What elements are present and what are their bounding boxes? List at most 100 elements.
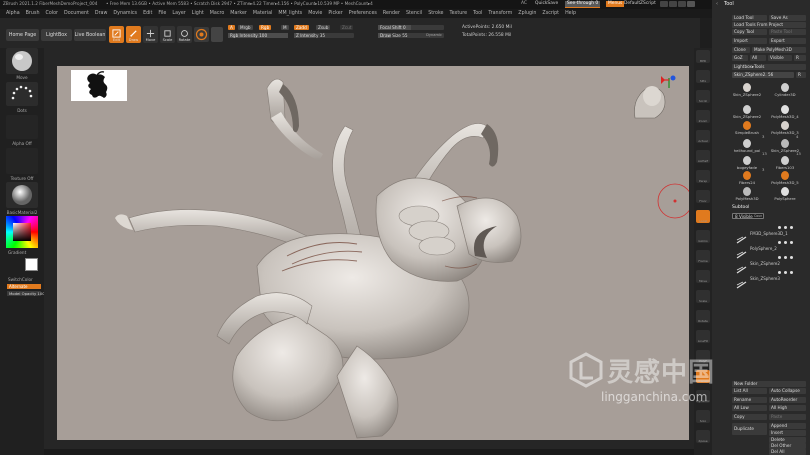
goz-button[interactable]: GoZ bbox=[732, 55, 748, 61]
menu-item[interactable]: Help bbox=[565, 11, 576, 16]
dynamic-toggle[interactable]: Dynamic bbox=[426, 33, 442, 38]
goz-visible-button[interactable]: Visible bbox=[768, 55, 792, 61]
menu-item[interactable]: Transform bbox=[488, 11, 512, 16]
alternate-button[interactable]: Alternate bbox=[7, 284, 41, 289]
load-tool-button[interactable]: Load Tool bbox=[732, 15, 767, 21]
menu-item[interactable]: Render bbox=[383, 11, 400, 16]
tool-thumbnail[interactable]: Fibers24 bbox=[736, 170, 758, 185]
window-button-icon[interactable] bbox=[669, 1, 677, 7]
live-boolean-button[interactable]: Live Boolean bbox=[74, 29, 106, 41]
visibility-eye-icon[interactable] bbox=[778, 271, 781, 274]
shelf-button-persp[interactable]: Persp bbox=[696, 170, 710, 183]
stroke-selector[interactable] bbox=[6, 82, 38, 106]
home-page-button[interactable]: Home Page bbox=[6, 29, 39, 41]
shelf-button-floor[interactable]: Floor bbox=[696, 190, 710, 203]
scale-mode-button[interactable]: Scale bbox=[160, 26, 175, 43]
brush-selector[interactable] bbox=[6, 48, 38, 74]
menu-item[interactable]: Preferences bbox=[349, 11, 377, 16]
duplicate-button[interactable]: Duplicate bbox=[732, 423, 767, 435]
quicksave-button[interactable]: QuickSave bbox=[535, 1, 558, 6]
load-tools-from-project-button[interactable]: Load Tools From Project bbox=[732, 22, 806, 28]
tool-thumbnail[interactable]: PolyMesh3D_4 bbox=[771, 104, 799, 119]
ac-toggle[interactable]: AC bbox=[521, 1, 527, 6]
focal-shift-slider[interactable]: Focal Shift 0 bbox=[378, 25, 444, 30]
material-swatch[interactable] bbox=[211, 27, 223, 42]
autoreorder-button[interactable]: AutoReorder bbox=[769, 397, 806, 403]
visibility-eye-icon[interactable] bbox=[778, 241, 781, 244]
subtool-row[interactable]: Skin_ZSphere2 bbox=[732, 256, 806, 274]
visibility-eye-icon[interactable] bbox=[784, 241, 787, 244]
menu-item[interactable]: Material bbox=[253, 11, 273, 16]
menu-item[interactable]: MM_lights bbox=[278, 11, 302, 16]
rgb-toggle[interactable]: Rgb bbox=[259, 25, 272, 30]
all-high-button[interactable]: All High bbox=[769, 405, 806, 411]
zadd-toggle[interactable]: Zadd bbox=[294, 25, 309, 30]
close-icon[interactable] bbox=[687, 1, 695, 7]
shelf-button-move[interactable]: Move bbox=[696, 270, 710, 283]
menu-item[interactable]: Color bbox=[45, 11, 58, 16]
shelf-button-gizmo[interactable]: Gizmo bbox=[696, 230, 710, 243]
model-opacity-slider[interactable]: Model Opacity 100 bbox=[7, 291, 45, 296]
menu-item[interactable]: Light bbox=[192, 11, 204, 16]
draw-mode-button[interactable]: Draw bbox=[126, 26, 141, 43]
default-zscript[interactable]: DefaultZScript bbox=[624, 1, 656, 6]
menu-item[interactable]: Alpha bbox=[6, 11, 20, 16]
goz-all-button[interactable]: All bbox=[750, 55, 766, 61]
color-square[interactable] bbox=[13, 223, 31, 241]
see-through-slider[interactable]: See-through 0 bbox=[565, 1, 601, 9]
shelf-button-aahalf[interactable]: AAHalf bbox=[696, 150, 710, 163]
visibility-eye-icon[interactable] bbox=[784, 271, 787, 274]
menus-toggle[interactable]: Menus bbox=[606, 1, 625, 8]
copy-tool-button[interactable]: Copy Tool bbox=[732, 29, 767, 35]
shelf-button-zoom[interactable]: Zoom bbox=[696, 110, 710, 123]
menu-item[interactable]: Brush bbox=[26, 11, 40, 16]
window-button-icon[interactable] bbox=[660, 1, 668, 7]
shelf-button-scroll[interactable]: Scroll bbox=[696, 90, 710, 103]
rgb-intensity-slider[interactable]: Rgb Intensity 100 bbox=[228, 33, 288, 38]
save-as-button[interactable]: Save As bbox=[769, 15, 806, 21]
window-button-icon[interactable] bbox=[678, 1, 686, 7]
shelf-button-actual[interactable]: Actual bbox=[696, 130, 710, 143]
del-all-button[interactable]: Del All bbox=[769, 449, 806, 455]
shelf-button-linefill[interactable]: LineFill bbox=[696, 330, 710, 343]
menu-item[interactable]: Stencil bbox=[406, 11, 422, 16]
subtool-row[interactable]: FM3D_Sphere3D_1 bbox=[732, 226, 806, 244]
shelf-button-xpose[interactable]: Xpose bbox=[696, 430, 710, 443]
tool-thumbnail[interactable]: PolyMesh3D bbox=[735, 186, 759, 201]
shelf-button-scale[interactable]: Scale bbox=[696, 290, 710, 303]
menu-item[interactable]: Stroke bbox=[428, 11, 443, 16]
menu-item[interactable]: Movie bbox=[308, 11, 322, 16]
menu-item[interactable]: Texture bbox=[450, 11, 468, 16]
copy-subtool-button[interactable]: Copy bbox=[732, 414, 767, 420]
menu-item[interactable]: Edit bbox=[143, 11, 152, 16]
visibility-eye-icon[interactable] bbox=[784, 226, 787, 229]
lightbox-button[interactable]: LightBox bbox=[41, 29, 72, 41]
collapse-arrow-icon[interactable]: ‹ bbox=[716, 2, 718, 7]
menu-item[interactable]: Zplugin bbox=[518, 11, 536, 16]
universal-gizmo-button[interactable] bbox=[194, 27, 209, 42]
shelf-button-spix[interactable]: SPix bbox=[696, 70, 710, 83]
menu-item[interactable]: Document bbox=[64, 11, 89, 16]
auto-collapse-button[interactable]: Auto Collapse bbox=[769, 388, 806, 394]
clone-button[interactable]: Clone bbox=[732, 47, 750, 53]
a-toggle[interactable]: A bbox=[228, 25, 235, 30]
visibility-eye-icon[interactable] bbox=[790, 241, 793, 244]
subtool-header[interactable]: Subtool bbox=[732, 205, 749, 211]
tool-thumbnail[interactable]: Skin_ZSphere2 bbox=[771, 138, 799, 153]
shelf-button-solo[interactable]: Solo bbox=[696, 410, 710, 423]
orientation-gizmo[interactable] bbox=[625, 74, 681, 120]
draw-size-slider[interactable]: Draw Size 55 Dynamic bbox=[378, 33, 444, 38]
tool-thumbnail[interactable]: hellhound_pol bbox=[734, 138, 760, 153]
color-picker[interactable] bbox=[6, 216, 38, 248]
m-toggle[interactable]: M bbox=[281, 25, 289, 30]
mrgb-toggle[interactable]: Mrgb bbox=[238, 25, 253, 30]
edit-mode-button[interactable]: Edit bbox=[109, 26, 124, 43]
menu-item[interactable]: Dynamics bbox=[113, 11, 137, 16]
zcut-toggle[interactable]: Zcut bbox=[340, 25, 354, 30]
subtool-row[interactable]: PolySphere_2 bbox=[732, 241, 806, 259]
shelf-button-bpr[interactable]: BPR bbox=[696, 50, 710, 63]
tool-thumbnail[interactable]: Skin_ZSphere2 bbox=[733, 104, 761, 119]
alpha-selector[interactable] bbox=[6, 115, 38, 139]
current-tool-slider[interactable]: Skin_ZSphere2. 56 bbox=[732, 72, 794, 78]
main-color-swatch[interactable] bbox=[25, 258, 38, 271]
